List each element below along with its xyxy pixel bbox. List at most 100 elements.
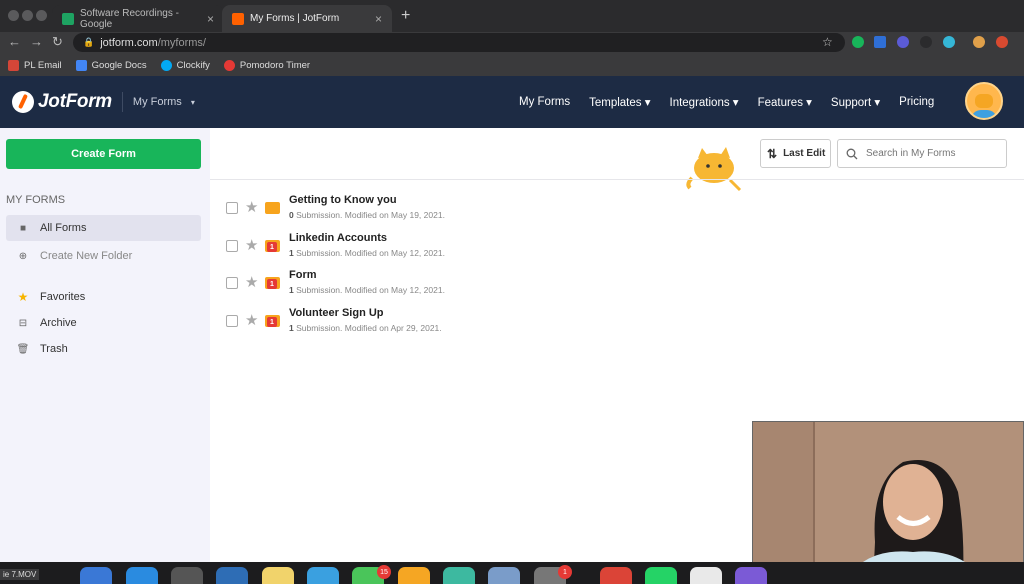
form-meta: 1 Submission. Modified on May 12, 2021.	[289, 248, 445, 258]
tomato-icon	[223, 59, 235, 71]
bookmarks-bar: PL Email Google Docs Clockify Pomodoro T…	[0, 54, 1024, 76]
chevron-down-icon: ▾	[190, 98, 195, 107]
search-box[interactable]	[837, 139, 1007, 168]
url-field[interactable]: 🔒 jotform.com/myforms/	[73, 33, 845, 52]
favorite-star-icon[interactable]: ★	[245, 311, 258, 329]
sort-last-edit-button[interactable]: ⇅ Last Edit	[760, 139, 831, 168]
profile-avatar-icon[interactable]	[973, 36, 985, 48]
create-form-button[interactable]: Create Form	[6, 139, 201, 169]
sidebar-item-label: Archive	[40, 317, 77, 329]
user-avatar[interactable]	[965, 82, 1003, 120]
window-close-button[interactable]	[8, 10, 19, 21]
window-minimize-button[interactable]	[22, 10, 33, 21]
nav-templates[interactable]: Templates ▾	[589, 95, 650, 109]
close-icon[interactable]: ×	[207, 12, 214, 26]
bookmark-google-docs[interactable]: Google Docs	[75, 59, 147, 71]
forward-arrow-icon[interactable]: →	[30, 34, 43, 49]
bookmark-clockify[interactable]: Clockify	[160, 59, 210, 71]
desktop-file-label[interactable]: ie 7.MOV	[0, 569, 40, 580]
chrome-icon[interactable]	[600, 567, 632, 584]
shield-extension-icon[interactable]	[943, 36, 955, 48]
bookmark-pomodoro-timer[interactable]: Pomodoro Timer	[223, 59, 311, 71]
reload-icon[interactable]: ↻	[52, 34, 63, 50]
mail-icon[interactable]	[216, 567, 248, 584]
preview-icon[interactable]	[488, 567, 520, 584]
nav-pricing[interactable]: Pricing	[899, 96, 934, 108]
browser-tab-jotform[interactable]: My Forms | JotForm ×	[222, 5, 392, 32]
nav-integrations[interactable]: Integrations ▾	[670, 95, 739, 109]
update-icon[interactable]	[996, 36, 1008, 48]
docs-icon	[75, 59, 87, 71]
sidebar-item-favorites[interactable]: ★ Favorites	[6, 284, 201, 310]
form-title[interactable]: Linkedin Accounts	[289, 232, 387, 244]
slack-icon[interactable]	[690, 567, 722, 584]
jotform-logo[interactable]: JotForm	[12, 91, 112, 113]
sort-icon: ⇅	[767, 146, 778, 161]
window-zoom-button[interactable]	[36, 10, 47, 21]
form-meta: 1 Submission. Modified on May 12, 2021.	[289, 285, 445, 295]
pages-icon[interactable]	[398, 567, 430, 584]
gear-extension-icon[interactable]	[897, 36, 909, 48]
form-icon: 1	[265, 277, 280, 289]
avatar-shirt	[971, 110, 997, 118]
form-title[interactable]: Volunteer Sign Up	[289, 307, 384, 319]
avatar-face	[975, 94, 993, 108]
close-icon[interactable]: ×	[375, 12, 382, 26]
new-tab-plus-icon[interactable]: +	[401, 7, 410, 25]
back-arrow-icon[interactable]: ←	[8, 34, 21, 49]
nav-features[interactable]: Features ▾	[758, 95, 812, 109]
extension-icon[interactable]	[920, 36, 932, 48]
sidebar-item-all-forms[interactable]: ■ All Forms	[6, 215, 201, 241]
numbers-icon[interactable]	[443, 567, 475, 584]
webcam-video-image	[753, 422, 1023, 583]
whatsapp-icon[interactable]	[645, 567, 677, 584]
imovie-icon[interactable]	[735, 567, 767, 584]
form-checkbox[interactable]	[226, 202, 238, 214]
form-checkbox[interactable]	[226, 240, 238, 252]
sidebar-item-create-folder[interactable]: ⊕ Create New Folder	[6, 243, 201, 269]
bookmark-label: PL Email	[24, 59, 62, 71]
url-domain: jotform.com	[100, 36, 158, 49]
sidebar-item-archive[interactable]: ⊟ Archive	[6, 310, 201, 336]
form-title[interactable]: Getting to Know you	[289, 194, 397, 206]
header-divider	[121, 92, 123, 112]
mascot-illustration	[686, 147, 742, 192]
notes-icon[interactable]	[262, 567, 294, 584]
nav-support[interactable]: Support ▾	[831, 95, 880, 109]
new-submission-badge: 1	[267, 242, 277, 252]
nav-my-forms[interactable]: My Forms	[519, 96, 570, 108]
bookmark-label: Clockify	[176, 59, 210, 71]
form-row[interactable]: ★ 1 Form 1 Submission. Modified on May 1…	[226, 269, 526, 303]
bookmark-pl-email[interactable]: PL Email	[8, 59, 62, 71]
safari-icon[interactable]	[126, 567, 158, 584]
form-row[interactable]: ★ Getting to Know you 0 Submission. Modi…	[226, 194, 526, 228]
favorite-star-icon[interactable]: ★	[245, 236, 258, 254]
search-input[interactable]	[866, 148, 1006, 159]
sidebar-item-label: Trash	[40, 343, 68, 355]
favorite-star-icon[interactable]: ★	[245, 198, 258, 216]
form-row[interactable]: ★ 1 Volunteer Sign Up 1 Submission. Modi…	[226, 307, 526, 341]
launchpad-icon[interactable]	[171, 567, 203, 584]
form-meta-text: Submission. Modified on Apr 29, 2021.	[293, 323, 442, 333]
sidebar-item-trash[interactable]: 🗑 Trash	[6, 336, 201, 362]
form-checkbox[interactable]	[226, 315, 238, 327]
calendar-extension-icon[interactable]	[874, 36, 886, 48]
archive-icon: ⊟	[18, 317, 28, 329]
form-checkbox[interactable]	[226, 277, 238, 289]
grammarly-extension-icon[interactable]	[852, 36, 864, 48]
sidebar-item-label: Create New Folder	[40, 250, 133, 262]
form-icon	[265, 202, 280, 214]
section-dropdown-label: My Forms	[132, 96, 182, 108]
bookmark-star-icon[interactable]: ☆	[822, 35, 833, 49]
bookmark-label: Google Docs	[91, 59, 147, 71]
bookmark-label: Pomodoro Timer	[239, 59, 311, 71]
app-store-icon[interactable]	[307, 567, 339, 584]
form-row[interactable]: ★ 1 Linkedin Accounts 1 Submission. Modi…	[226, 232, 526, 266]
favorite-star-icon[interactable]: ★	[245, 273, 258, 291]
finder-icon[interactable]	[80, 567, 112, 584]
section-dropdown[interactable]: My Forms ▾	[133, 96, 195, 108]
tab-title: Software Recordings - Google	[80, 7, 179, 30]
form-title[interactable]: Form	[289, 269, 317, 281]
browser-tab-sheets[interactable]: Software Recordings - Google ×	[52, 5, 224, 32]
form-icon: 1	[265, 240, 280, 252]
